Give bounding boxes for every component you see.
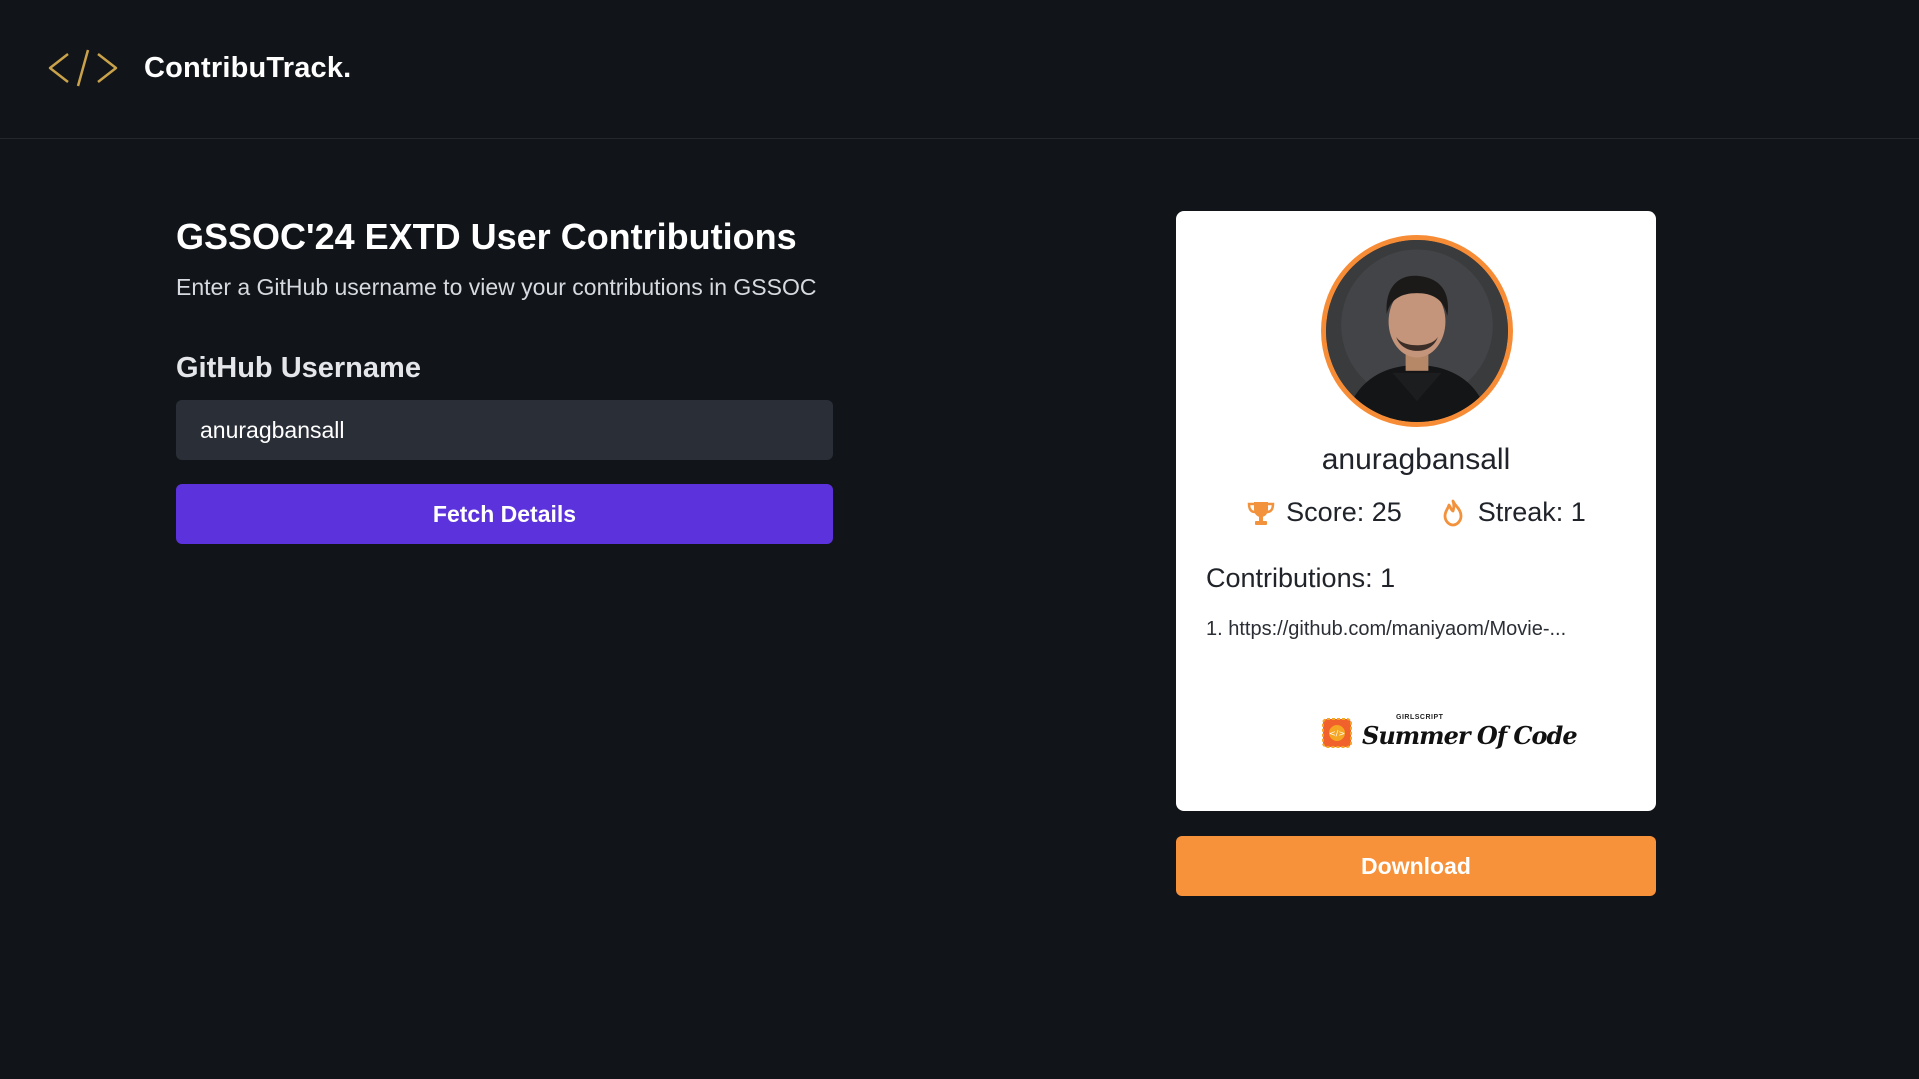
score-stat: Score: 25 <box>1246 497 1402 528</box>
github-username-label: GitHub Username <box>176 352 421 384</box>
stats-row: Score: 25 Streak: 1 <box>1176 497 1656 528</box>
flame-icon <box>1443 499 1463 526</box>
gssoc-wordmark: GIRLSCRIPT Summer Of Code <box>1362 711 1578 755</box>
brand-name[interactable]: ContribuTrack. <box>144 52 351 85</box>
contributions-heading: Contributions: 1 <box>1206 563 1396 593</box>
gssoc-logo: </> GIRLSCRIPT Summer Of Code <box>1320 711 1578 755</box>
gssoc-small-text: GIRLSCRIPT <box>1396 714 1444 721</box>
page-subtitle: Enter a GitHub username to view your con… <box>176 274 817 300</box>
svg-text:</>: </> <box>1329 729 1345 738</box>
fetch-details-button[interactable]: Fetch Details <box>176 484 833 544</box>
code-brackets-icon[interactable] <box>46 48 120 88</box>
profile-photo <box>1326 240 1508 422</box>
contribution-card: anuragbansall Score: 25 Streak: 1 Contri… <box>1176 211 1656 811</box>
card-username: anuragbansall <box>1321 443 1511 476</box>
avatar <box>1321 235 1513 427</box>
lookup-form: GSSOC'24 EXTD User Contributions Enter a… <box>176 210 833 544</box>
page-title: GSSOC'24 EXTD User Contributions <box>176 216 797 257</box>
trophy-icon <box>1247 501 1275 525</box>
streak-stat: Streak: 1 <box>1438 497 1586 528</box>
contribution-link[interactable]: 1. https://github.com/maniyaom/Movie-... <box>1206 618 1606 641</box>
download-button[interactable]: Download <box>1176 836 1656 896</box>
navbar: ContribuTrack. <box>0 0 1919 139</box>
github-username-input[interactable] <box>176 400 833 460</box>
streak-label: Streak: 1 <box>1477 497 1586 527</box>
gssoc-mark-icon: </> <box>1322 718 1352 748</box>
score-label: Score: 25 <box>1286 497 1402 527</box>
gssoc-script-text: Summer Of Code <box>1362 721 1578 750</box>
